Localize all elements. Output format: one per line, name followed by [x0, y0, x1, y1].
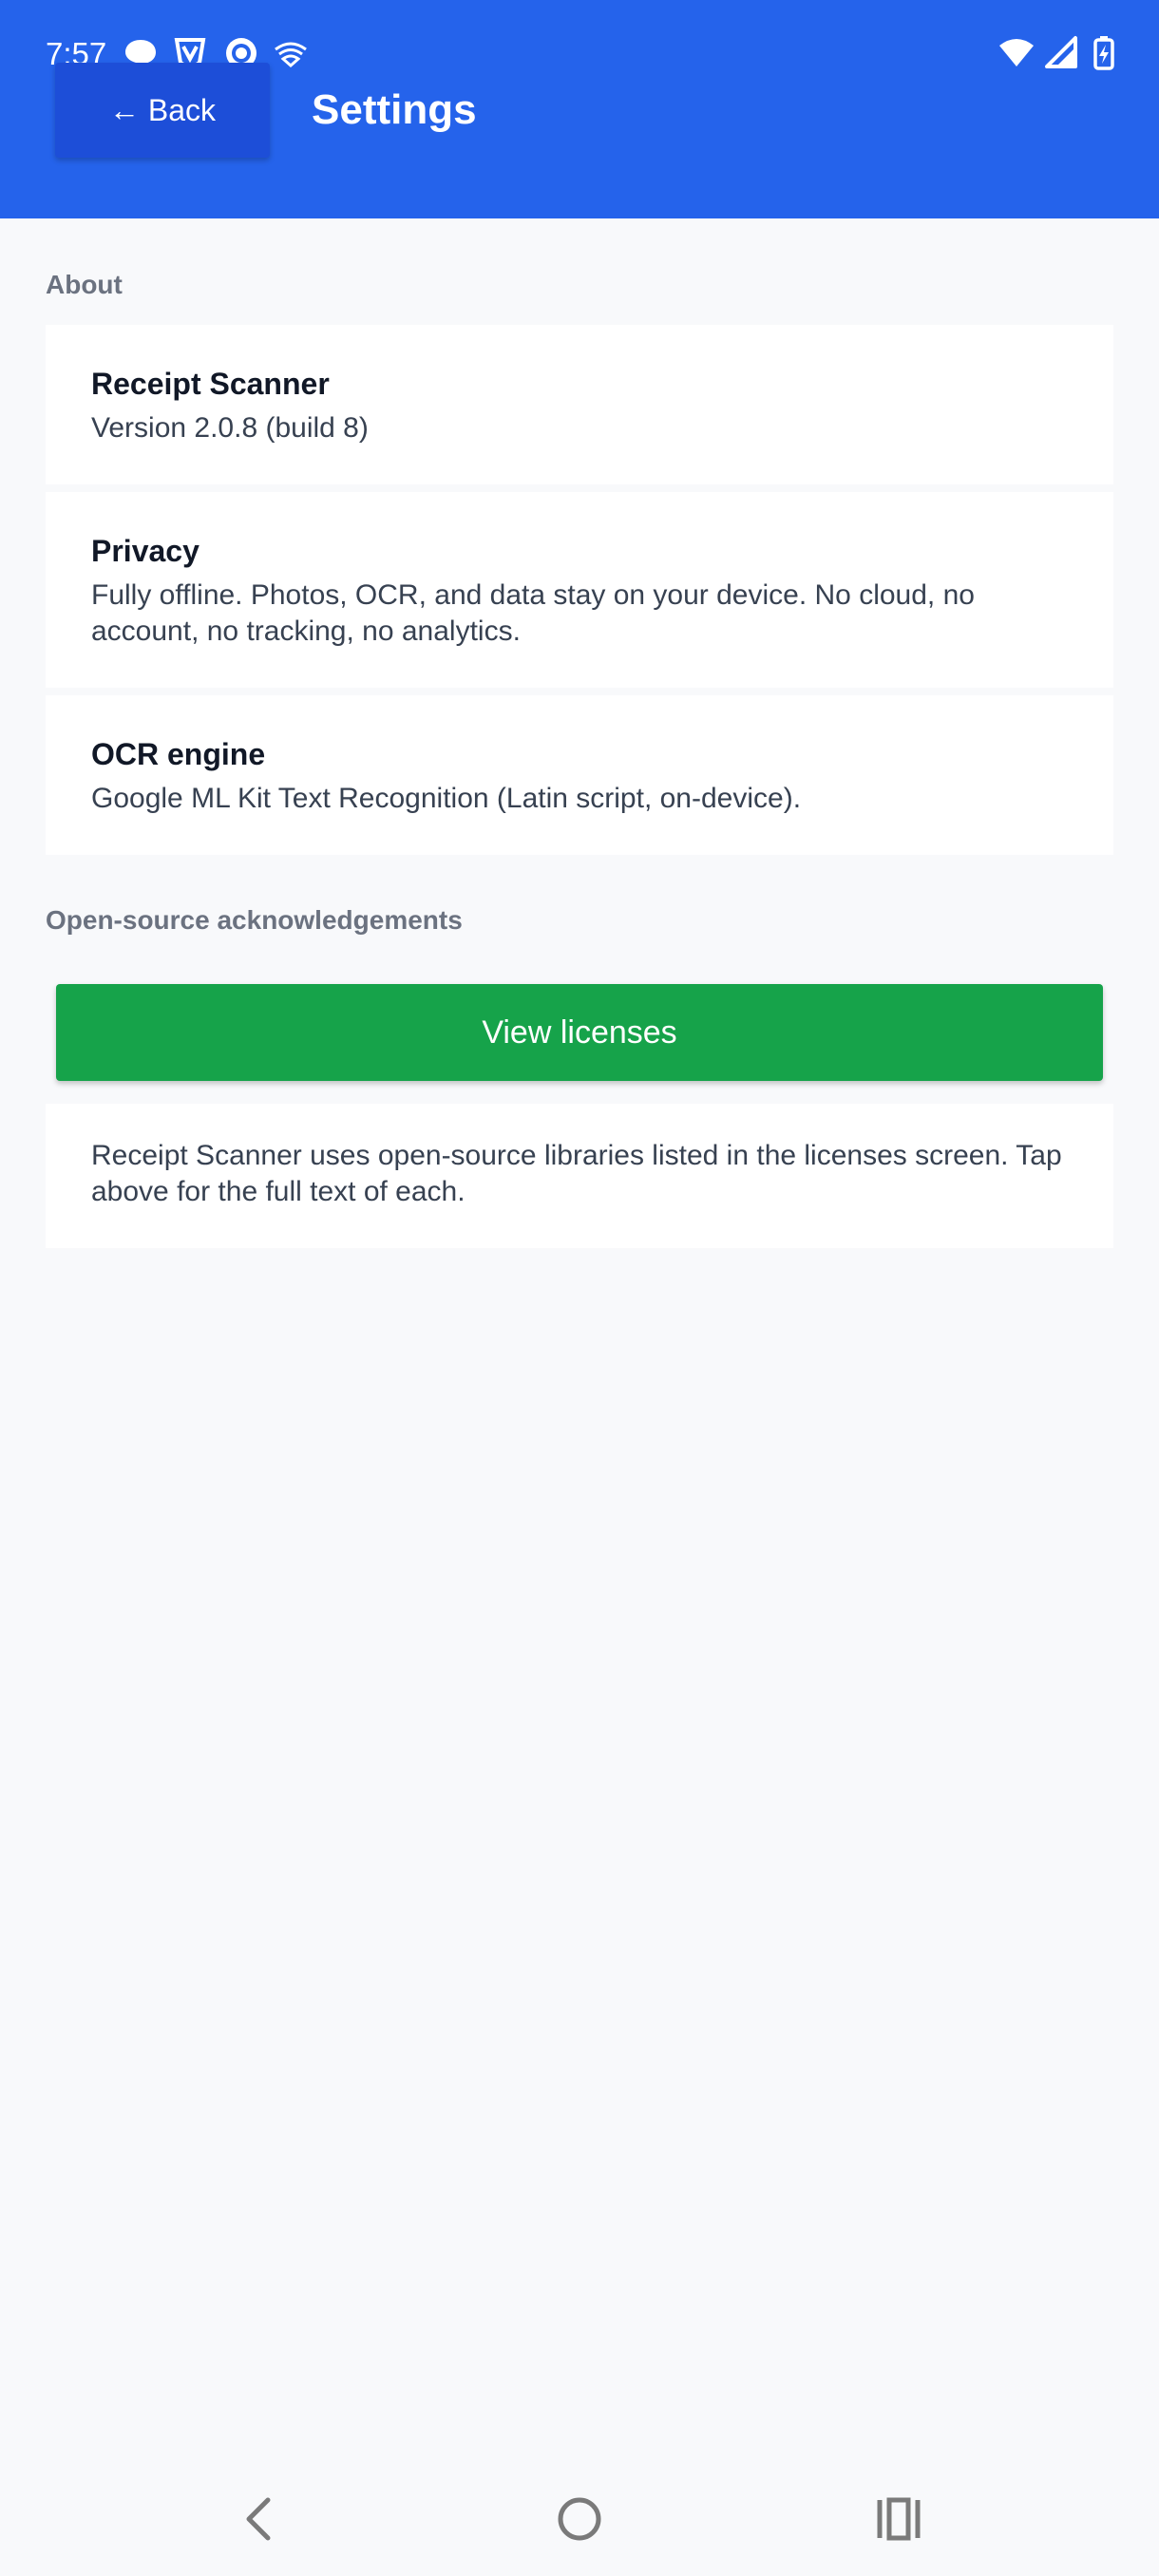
licenses-note-card: Receipt Scanner uses open-source librari… — [46, 1104, 1113, 1248]
back-button[interactable]: ← Back — [55, 63, 270, 158]
nav-home-button[interactable] — [549, 2489, 610, 2549]
app-header: 7:57 ← Back Settings — [0, 0, 1159, 218]
view-licenses-label: View licenses — [482, 1013, 677, 1051]
card-body: Version 2.0.8 (build 8) — [91, 412, 369, 444]
view-licenses-button[interactable]: View licenses — [56, 984, 1103, 1081]
nav-back-button[interactable] — [228, 2489, 289, 2549]
card-body: Fully offline. Photos, OCR, and data sta… — [91, 579, 975, 647]
navigation-bar — [0, 2462, 1159, 2576]
about-card-ocr-engine: OCR engine Google ML Kit Text Recognitio… — [46, 695, 1113, 855]
signal-icon — [1043, 34, 1081, 72]
card-body: Google ML Kit Text Recognition (Latin sc… — [91, 783, 802, 814]
card-title: Privacy — [91, 534, 200, 568]
back-triangle-icon — [246, 2497, 271, 2541]
stacked-wifi-icon — [272, 34, 310, 72]
nav-recents-button[interactable] — [868, 2489, 929, 2549]
battery-charging-icon — [1085, 34, 1123, 72]
back-button-label: ← Back — [108, 92, 217, 127]
section-heading-licenses: Open-source acknowledgements — [46, 905, 463, 935]
card-title: Receipt Scanner — [91, 367, 330, 401]
home-circle-icon — [558, 2497, 601, 2541]
page-title: Settings — [312, 86, 477, 133]
wifi-icon — [998, 34, 1036, 72]
recents-icon — [877, 2497, 921, 2541]
card-title: OCR engine — [91, 737, 266, 771]
about-card-privacy: Privacy Fully offline. Photos, OCR, and … — [46, 492, 1113, 688]
section-heading-about: About — [46, 270, 123, 299]
licenses-note: Receipt Scanner uses open-source librari… — [91, 1140, 1062, 1207]
about-card-app: Receipt Scanner Version 2.0.8 (build 8) — [46, 325, 1113, 484]
